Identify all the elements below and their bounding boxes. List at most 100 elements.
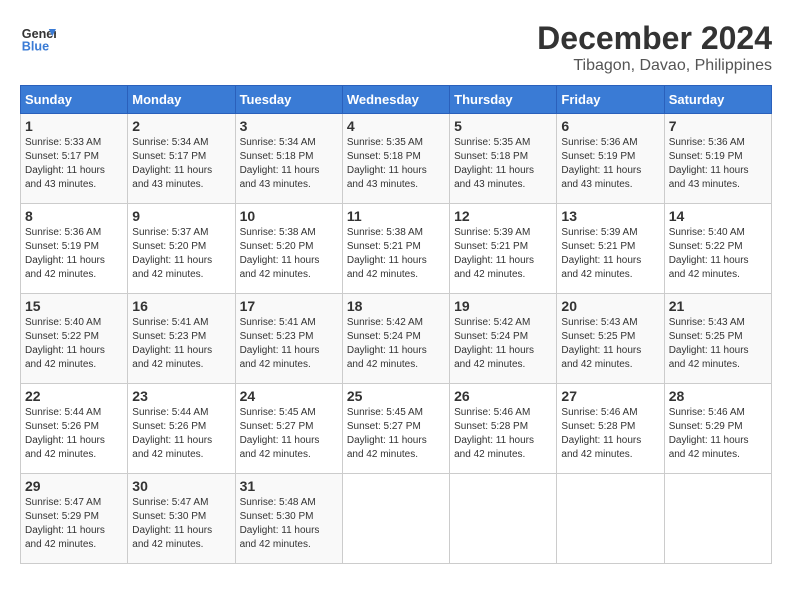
day-number: 24 bbox=[240, 388, 338, 404]
calendar-cell: 27 Sunrise: 5:46 AM Sunset: 5:28 PM Dayl… bbox=[557, 384, 664, 474]
day-info: Sunrise: 5:40 AM Sunset: 5:22 PM Dayligh… bbox=[669, 227, 749, 280]
calendar-cell: 20 Sunrise: 5:43 AM Sunset: 5:25 PM Dayl… bbox=[557, 294, 664, 384]
calendar-cell: 31 Sunrise: 5:48 AM Sunset: 5:30 PM Dayl… bbox=[235, 474, 342, 564]
calendar-cell: 3 Sunrise: 5:34 AM Sunset: 5:18 PM Dayli… bbox=[235, 114, 342, 204]
calendar-cell: 8 Sunrise: 5:36 AM Sunset: 5:19 PM Dayli… bbox=[21, 204, 128, 294]
calendar-cell: 2 Sunrise: 5:34 AM Sunset: 5:17 PM Dayli… bbox=[128, 114, 235, 204]
day-number: 9 bbox=[132, 208, 230, 224]
calendar-cell: 12 Sunrise: 5:39 AM Sunset: 5:21 PM Dayl… bbox=[450, 204, 557, 294]
day-number: 30 bbox=[132, 478, 230, 494]
calendar-cell: 9 Sunrise: 5:37 AM Sunset: 5:20 PM Dayli… bbox=[128, 204, 235, 294]
day-info: Sunrise: 5:43 AM Sunset: 5:25 PM Dayligh… bbox=[669, 317, 749, 370]
day-number: 20 bbox=[561, 298, 659, 314]
calendar-cell: 17 Sunrise: 5:41 AM Sunset: 5:23 PM Dayl… bbox=[235, 294, 342, 384]
calendar-cell: 21 Sunrise: 5:43 AM Sunset: 5:25 PM Dayl… bbox=[664, 294, 771, 384]
day-info: Sunrise: 5:42 AM Sunset: 5:24 PM Dayligh… bbox=[454, 317, 534, 370]
day-info: Sunrise: 5:46 AM Sunset: 5:28 PM Dayligh… bbox=[454, 407, 534, 460]
calendar-cell: 5 Sunrise: 5:35 AM Sunset: 5:18 PM Dayli… bbox=[450, 114, 557, 204]
logo-icon: General Blue bbox=[20, 20, 56, 56]
calendar-cell: 7 Sunrise: 5:36 AM Sunset: 5:19 PM Dayli… bbox=[664, 114, 771, 204]
day-info: Sunrise: 5:35 AM Sunset: 5:18 PM Dayligh… bbox=[347, 137, 427, 190]
day-number: 27 bbox=[561, 388, 659, 404]
day-info: Sunrise: 5:40 AM Sunset: 5:22 PM Dayligh… bbox=[25, 317, 105, 370]
calendar-week-4: 22 Sunrise: 5:44 AM Sunset: 5:26 PM Dayl… bbox=[21, 384, 772, 474]
calendar-cell: 29 Sunrise: 5:47 AM Sunset: 5:29 PM Dayl… bbox=[21, 474, 128, 564]
day-info: Sunrise: 5:38 AM Sunset: 5:21 PM Dayligh… bbox=[347, 227, 427, 280]
day-info: Sunrise: 5:45 AM Sunset: 5:27 PM Dayligh… bbox=[347, 407, 427, 460]
day-number: 26 bbox=[454, 388, 552, 404]
weekday-header-monday: Monday bbox=[128, 86, 235, 114]
day-number: 5 bbox=[454, 118, 552, 134]
calendar-table: SundayMondayTuesdayWednesdayThursdayFrid… bbox=[20, 85, 772, 564]
day-number: 6 bbox=[561, 118, 659, 134]
day-number: 15 bbox=[25, 298, 123, 314]
day-info: Sunrise: 5:36 AM Sunset: 5:19 PM Dayligh… bbox=[669, 137, 749, 190]
day-info: Sunrise: 5:47 AM Sunset: 5:29 PM Dayligh… bbox=[25, 497, 105, 550]
day-info: Sunrise: 5:44 AM Sunset: 5:26 PM Dayligh… bbox=[132, 407, 212, 460]
calendar-cell: 13 Sunrise: 5:39 AM Sunset: 5:21 PM Dayl… bbox=[557, 204, 664, 294]
day-number: 10 bbox=[240, 208, 338, 224]
logo: General Blue bbox=[20, 20, 56, 56]
calendar-week-5: 29 Sunrise: 5:47 AM Sunset: 5:29 PM Dayl… bbox=[21, 474, 772, 564]
calendar-cell: 22 Sunrise: 5:44 AM Sunset: 5:26 PM Dayl… bbox=[21, 384, 128, 474]
calendar-cell: 16 Sunrise: 5:41 AM Sunset: 5:23 PM Dayl… bbox=[128, 294, 235, 384]
day-info: Sunrise: 5:38 AM Sunset: 5:20 PM Dayligh… bbox=[240, 227, 320, 280]
day-number: 7 bbox=[669, 118, 767, 134]
weekday-header-tuesday: Tuesday bbox=[235, 86, 342, 114]
day-info: Sunrise: 5:42 AM Sunset: 5:24 PM Dayligh… bbox=[347, 317, 427, 370]
calendar-cell: 26 Sunrise: 5:46 AM Sunset: 5:28 PM Dayl… bbox=[450, 384, 557, 474]
day-info: Sunrise: 5:47 AM Sunset: 5:30 PM Dayligh… bbox=[132, 497, 212, 550]
day-info: Sunrise: 5:46 AM Sunset: 5:28 PM Dayligh… bbox=[561, 407, 641, 460]
day-number: 21 bbox=[669, 298, 767, 314]
day-info: Sunrise: 5:34 AM Sunset: 5:18 PM Dayligh… bbox=[240, 137, 320, 190]
calendar-cell: 1 Sunrise: 5:33 AM Sunset: 5:17 PM Dayli… bbox=[21, 114, 128, 204]
day-info: Sunrise: 5:36 AM Sunset: 5:19 PM Dayligh… bbox=[25, 227, 105, 280]
calendar-cell: 4 Sunrise: 5:35 AM Sunset: 5:18 PM Dayli… bbox=[342, 114, 449, 204]
calendar-cell: 19 Sunrise: 5:42 AM Sunset: 5:24 PM Dayl… bbox=[450, 294, 557, 384]
calendar-cell bbox=[342, 474, 449, 564]
day-info: Sunrise: 5:37 AM Sunset: 5:20 PM Dayligh… bbox=[132, 227, 212, 280]
day-info: Sunrise: 5:43 AM Sunset: 5:25 PM Dayligh… bbox=[561, 317, 641, 370]
calendar-cell bbox=[664, 474, 771, 564]
day-info: Sunrise: 5:35 AM Sunset: 5:18 PM Dayligh… bbox=[454, 137, 534, 190]
day-info: Sunrise: 5:36 AM Sunset: 5:19 PM Dayligh… bbox=[561, 137, 641, 190]
day-number: 31 bbox=[240, 478, 338, 494]
day-info: Sunrise: 5:41 AM Sunset: 5:23 PM Dayligh… bbox=[132, 317, 212, 370]
day-number: 25 bbox=[347, 388, 445, 404]
day-number: 4 bbox=[347, 118, 445, 134]
day-number: 29 bbox=[25, 478, 123, 494]
calendar-cell bbox=[557, 474, 664, 564]
day-number: 16 bbox=[132, 298, 230, 314]
svg-text:Blue: Blue bbox=[22, 40, 49, 54]
day-number: 11 bbox=[347, 208, 445, 224]
day-info: Sunrise: 5:48 AM Sunset: 5:30 PM Dayligh… bbox=[240, 497, 320, 550]
day-info: Sunrise: 5:45 AM Sunset: 5:27 PM Dayligh… bbox=[240, 407, 320, 460]
calendar-cell: 10 Sunrise: 5:38 AM Sunset: 5:20 PM Dayl… bbox=[235, 204, 342, 294]
calendar-cell: 14 Sunrise: 5:40 AM Sunset: 5:22 PM Dayl… bbox=[664, 204, 771, 294]
day-number: 22 bbox=[25, 388, 123, 404]
calendar-cell: 24 Sunrise: 5:45 AM Sunset: 5:27 PM Dayl… bbox=[235, 384, 342, 474]
weekday-header-friday: Friday bbox=[557, 86, 664, 114]
day-number: 28 bbox=[669, 388, 767, 404]
title-area: December 2024 Tibagon, Davao, Philippine… bbox=[537, 20, 772, 75]
day-number: 18 bbox=[347, 298, 445, 314]
weekday-header-thursday: Thursday bbox=[450, 86, 557, 114]
weekday-header-wednesday: Wednesday bbox=[342, 86, 449, 114]
calendar-cell: 6 Sunrise: 5:36 AM Sunset: 5:19 PM Dayli… bbox=[557, 114, 664, 204]
day-number: 2 bbox=[132, 118, 230, 134]
calendar-cell: 25 Sunrise: 5:45 AM Sunset: 5:27 PM Dayl… bbox=[342, 384, 449, 474]
day-number: 12 bbox=[454, 208, 552, 224]
location-title: Tibagon, Davao, Philippines bbox=[537, 57, 772, 75]
day-info: Sunrise: 5:41 AM Sunset: 5:23 PM Dayligh… bbox=[240, 317, 320, 370]
calendar-week-2: 8 Sunrise: 5:36 AM Sunset: 5:19 PM Dayli… bbox=[21, 204, 772, 294]
calendar-week-1: 1 Sunrise: 5:33 AM Sunset: 5:17 PM Dayli… bbox=[21, 114, 772, 204]
calendar-cell: 30 Sunrise: 5:47 AM Sunset: 5:30 PM Dayl… bbox=[128, 474, 235, 564]
calendar-cell: 11 Sunrise: 5:38 AM Sunset: 5:21 PM Dayl… bbox=[342, 204, 449, 294]
calendar-week-3: 15 Sunrise: 5:40 AM Sunset: 5:22 PM Dayl… bbox=[21, 294, 772, 384]
day-info: Sunrise: 5:34 AM Sunset: 5:17 PM Dayligh… bbox=[132, 137, 212, 190]
day-number: 3 bbox=[240, 118, 338, 134]
calendar-cell: 23 Sunrise: 5:44 AM Sunset: 5:26 PM Dayl… bbox=[128, 384, 235, 474]
calendar-cell: 28 Sunrise: 5:46 AM Sunset: 5:29 PM Dayl… bbox=[664, 384, 771, 474]
calendar-cell bbox=[450, 474, 557, 564]
calendar-cell: 18 Sunrise: 5:42 AM Sunset: 5:24 PM Dayl… bbox=[342, 294, 449, 384]
